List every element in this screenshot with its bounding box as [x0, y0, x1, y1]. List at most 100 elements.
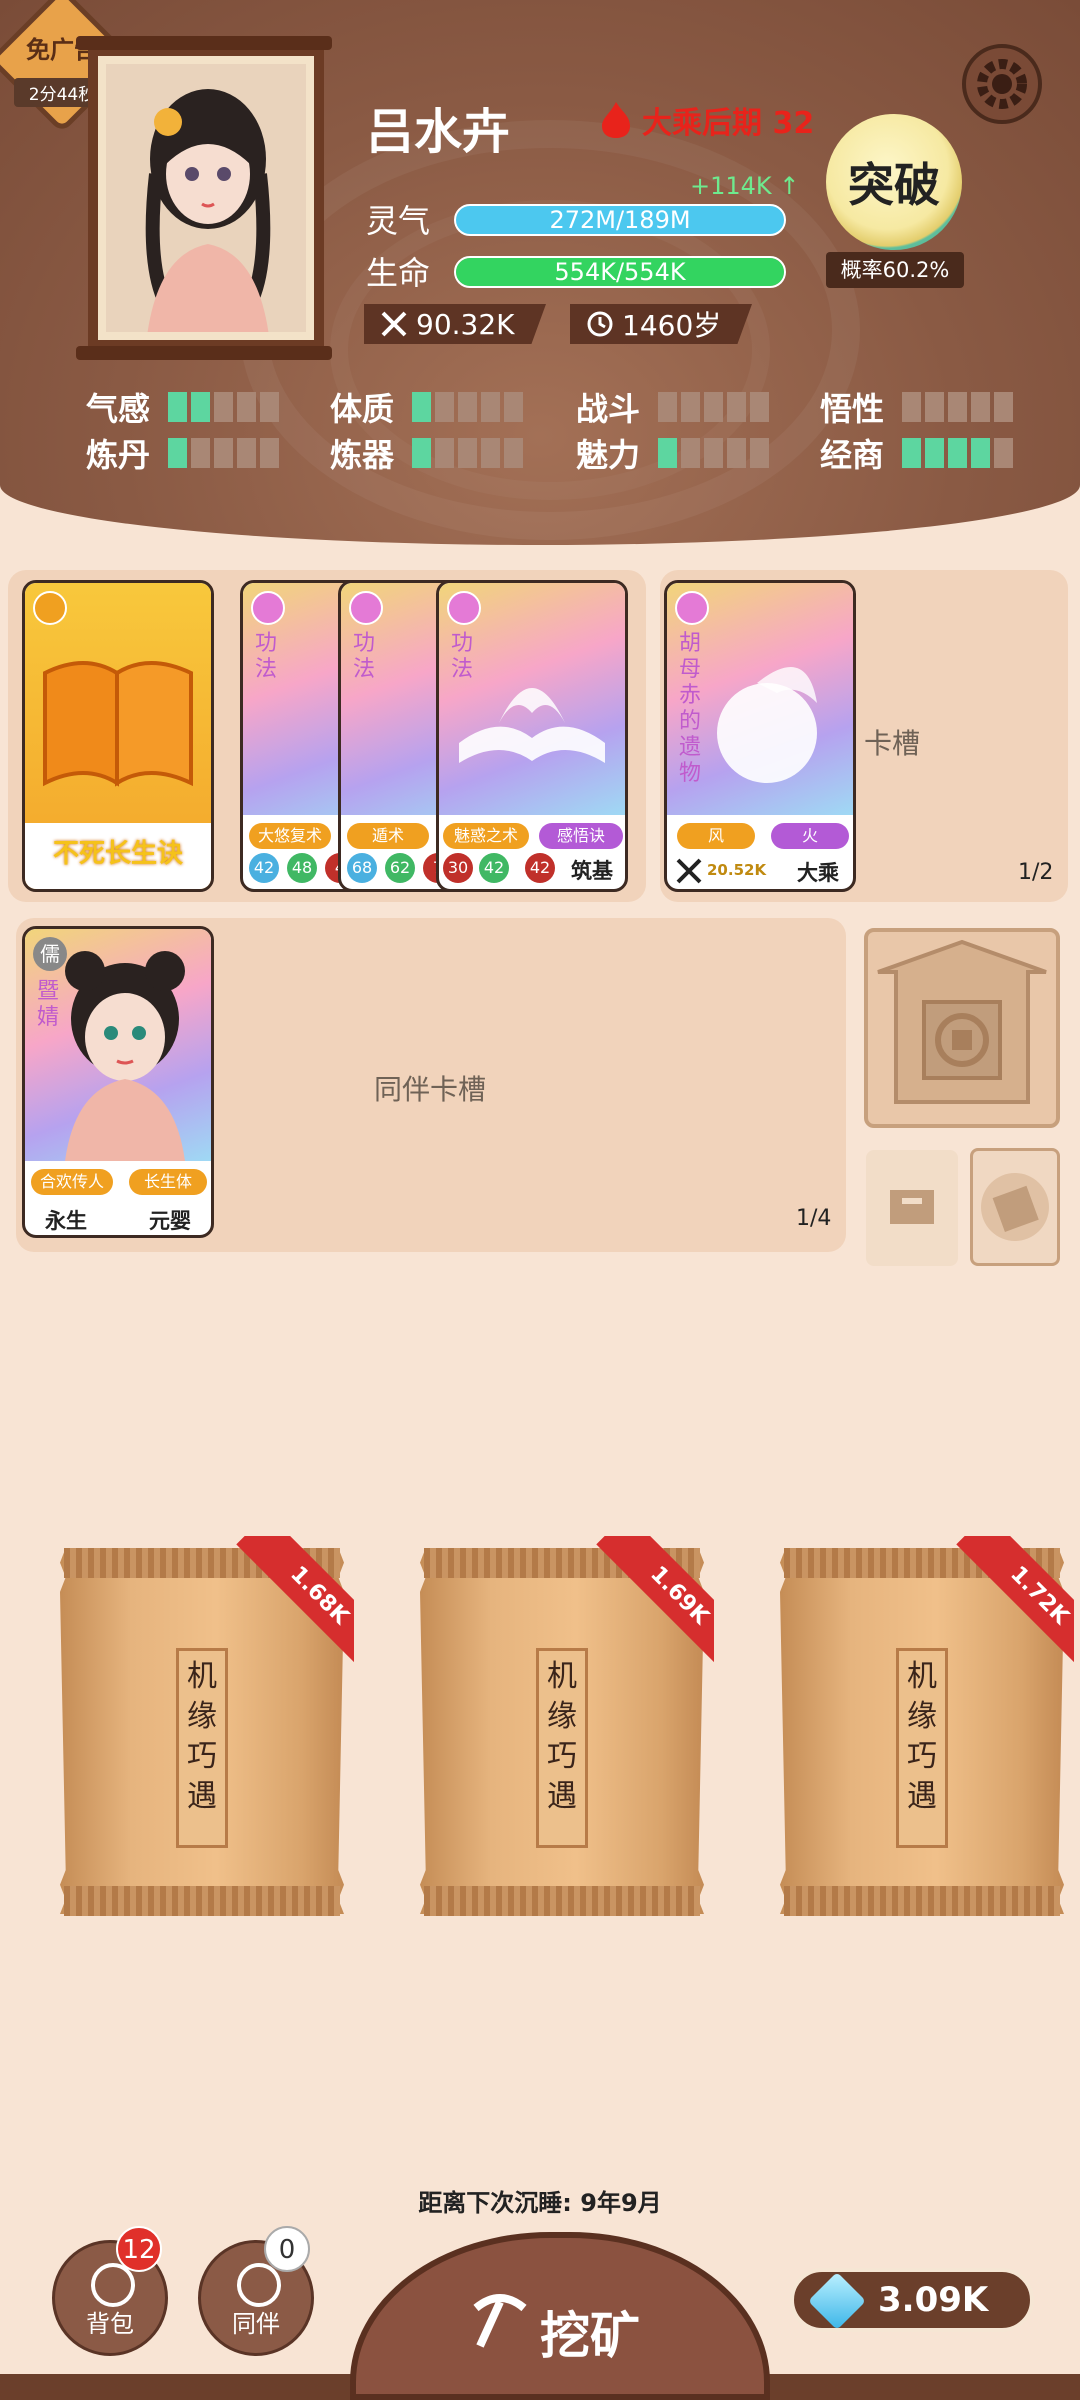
- attribute-item[interactable]: 经商: [820, 430, 1013, 476]
- mine-button[interactable]: 挖矿: [350, 2232, 770, 2400]
- stat-number: 42: [479, 853, 509, 883]
- level-pip: [658, 438, 677, 468]
- life-value: 554K/554K: [554, 258, 686, 286]
- attribute-item[interactable]: 体质: [330, 384, 523, 430]
- gem-balance[interactable]: 3.09K: [790, 2268, 1034, 2332]
- drawer-icon: [890, 1190, 934, 1224]
- attribute-name: 炼丹: [86, 436, 151, 474]
- level-pip: [458, 438, 477, 468]
- level-pip: [727, 392, 746, 422]
- attribute-level-pips: [168, 392, 279, 422]
- level-pip: [948, 392, 967, 422]
- companion-lifespan: 永生: [45, 1209, 87, 1233]
- level-pip: [925, 392, 944, 422]
- attribute-level-pips: [168, 438, 279, 468]
- attribute-item[interactable]: 气感: [86, 384, 279, 430]
- box-button[interactable]: [866, 1150, 958, 1266]
- gem-count: 3.09K: [878, 2280, 989, 2320]
- element-tag: 火: [771, 823, 849, 849]
- companion-slot-count: 1/4: [796, 1206, 832, 1231]
- attribute-item[interactable]: 炼器: [330, 430, 523, 476]
- power-chip: 90.32K: [364, 304, 546, 344]
- pack-price: 1.68K: [236, 1536, 354, 1679]
- attribute-name: 气感: [86, 390, 151, 428]
- attribute-name: 悟性: [820, 390, 885, 428]
- attribute-level-pips: [412, 438, 523, 468]
- attribute-item[interactable]: 炼丹: [86, 430, 279, 476]
- technique-card-3[interactable]: 功法 魅惑之术 感悟诀 30 42 42 筑基: [436, 580, 628, 892]
- stat-number: 42: [525, 853, 555, 883]
- level-pip: [458, 392, 477, 422]
- main-technique-card[interactable]: 不死长生诀: [22, 580, 214, 892]
- attribute-name: 体质: [330, 390, 395, 428]
- settings-button[interactable]: [962, 44, 1042, 124]
- technique-tag: 感悟诀: [539, 823, 623, 849]
- price-ribbon: 1.68K: [204, 1536, 354, 1686]
- relic-power: 20.52K: [707, 861, 767, 879]
- companion-name: 暨婧: [37, 979, 60, 1030]
- companion-tag: 长生体: [129, 1169, 207, 1195]
- lucky-pack[interactable]: 机缘巧遇 1.72K: [780, 1536, 1074, 1926]
- portrait-image: [106, 64, 306, 332]
- sleep-countdown: 距离下次沉睡: 9年9月: [418, 2189, 662, 2217]
- character-name: 吕水卉: [366, 104, 511, 160]
- level-pip: [191, 392, 210, 422]
- technique-tag: 大悠复术: [249, 823, 331, 849]
- realm-label: 大乘后期 32: [596, 98, 814, 142]
- price-ribbon: 1.69K: [564, 1536, 714, 1686]
- level-pip: [237, 438, 256, 468]
- scroll-icon: [349, 591, 383, 625]
- attribute-name: 炼器: [330, 436, 395, 474]
- age-chip: 1460岁: [570, 304, 752, 344]
- scroll-icon: [251, 591, 285, 625]
- shop-building-button[interactable]: [864, 928, 1060, 1128]
- level-pip: [504, 438, 523, 468]
- relic-realm: 大乘: [797, 861, 839, 885]
- gear-icon: [977, 59, 1027, 109]
- level-pip: [750, 438, 769, 468]
- level-pip: [260, 392, 279, 422]
- attribute-item[interactable]: 战斗: [576, 384, 769, 430]
- stat-number: 62: [385, 853, 415, 883]
- lucky-pack[interactable]: 机缘巧遇 1.69K: [420, 1536, 714, 1926]
- crossed-swords-icon: [676, 858, 702, 884]
- breakthrough-button[interactable]: 突破: [826, 114, 962, 250]
- level-pip: [704, 438, 723, 468]
- lingqi-value: 272M/189M: [549, 206, 691, 234]
- scroll-icon: [981, 1173, 1049, 1241]
- lingqi-bar: 272M/189M: [454, 204, 786, 236]
- pack-crimp-bottom: [64, 1886, 340, 1916]
- level-pip: [971, 438, 990, 468]
- attribute-level-pips: [658, 392, 769, 422]
- pack-crimp-bottom: [784, 1886, 1060, 1916]
- breakthrough-chance: 概率60.2%: [826, 252, 964, 288]
- crossed-swords-icon: [381, 311, 407, 337]
- attribute-level-pips: [902, 392, 1013, 422]
- age-value: 1460岁: [622, 309, 722, 342]
- level-pip: [925, 438, 944, 468]
- relic-slot-count: 1/2: [1018, 860, 1054, 885]
- lingqi-label: 灵气: [366, 202, 431, 240]
- book-icon: [43, 661, 193, 787]
- lingqi-gain: +114K ↑: [690, 172, 800, 200]
- companion-badge: 0: [264, 2226, 310, 2272]
- life-label: 生命: [366, 254, 431, 292]
- stat-number: 48: [287, 853, 317, 883]
- scroll-button[interactable]: [970, 1148, 1060, 1266]
- pack-crimp-bottom: [424, 1886, 700, 1916]
- relic-card[interactable]: 胡母赤的遗物 风 火 20.52K 大乘: [664, 580, 856, 892]
- companion-tag: 合欢传人: [31, 1169, 113, 1195]
- level-pip: [481, 392, 500, 422]
- level-pip: [750, 392, 769, 422]
- companion-label: 同伴: [232, 2310, 280, 2338]
- element-tag: 风: [677, 823, 755, 849]
- lucky-pack[interactable]: 机缘巧遇 1.68K: [60, 1536, 354, 1926]
- technique-tag: 遁术: [347, 823, 429, 849]
- attribute-item[interactable]: 悟性: [820, 384, 1013, 430]
- level-pip: [260, 438, 279, 468]
- stat-number: 30: [443, 853, 473, 883]
- companion-card[interactable]: 儒 暨婧 合欢传人 长生体 永生 元婴: [22, 926, 214, 1238]
- character-portrait[interactable]: [76, 36, 332, 360]
- life-bar: 554K/554K: [454, 256, 786, 288]
- attribute-item[interactable]: 魅力: [576, 430, 769, 476]
